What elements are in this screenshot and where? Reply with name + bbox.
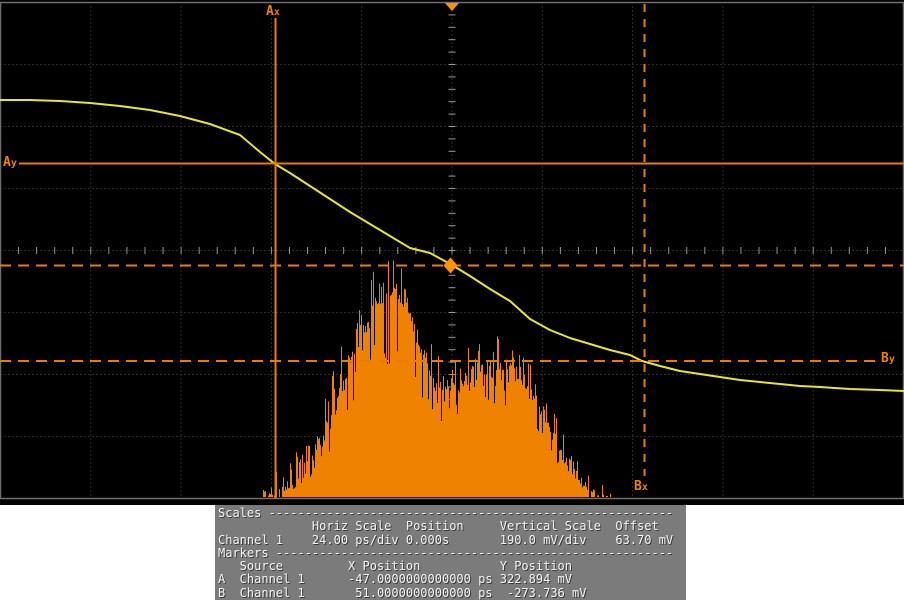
marker-by-letter: B [881, 351, 889, 366]
marker-bx-sub: x [642, 482, 648, 493]
oscilloscope-screen: Ax Ay Bx By Scales ---------------------… [0, 0, 904, 600]
panel-marker-b-row-line: B Channel 1 51.0000000000000 ps -273.736… [215, 587, 686, 600]
marker-ax-letter: A [266, 4, 274, 19]
marker-by-label[interactable]: By [881, 352, 895, 366]
panel-scales-header-line: Horiz Scale Position Vertical Scale Offs… [215, 520, 686, 533]
panel-markers-title-line: Markers --------------------------------… [215, 547, 686, 560]
time-reference-triangle [445, 3, 459, 11]
measurement-diamond-marker [444, 258, 458, 274]
indicators[interactable] [444, 3, 460, 274]
marker-by-sub: y [889, 354, 895, 365]
jitter-histogram-trace [263, 260, 611, 497]
marker-ax-label[interactable]: Ax [266, 5, 280, 19]
marker-ax-sub: x [274, 7, 280, 18]
marker-ay-letter: A [3, 155, 11, 170]
waveform-display-area: Ax Ay Bx By [0, 0, 904, 505]
panel-scales-title-line: Scales ---------------------------------… [215, 507, 686, 520]
marker-ay-label[interactable]: Ay [3, 156, 17, 170]
marker-bx-label[interactable]: Bx [634, 480, 648, 494]
marker-bx-letter: B [634, 479, 642, 494]
scales-markers-panel: Scales ---------------------------------… [215, 505, 686, 600]
marker-ay-sub: y [11, 158, 17, 169]
panel-markers-header-line: Source X Position Y Position [215, 560, 686, 573]
panel-scales-row-line: Channel 1 24.00 ps/div 0.000s 190.0 mV/d… [215, 534, 686, 547]
panel-marker-a-row-line: A Channel 1 -47.0000000000000 ps 322.894… [215, 573, 686, 586]
scope-canvas [0, 0, 904, 505]
